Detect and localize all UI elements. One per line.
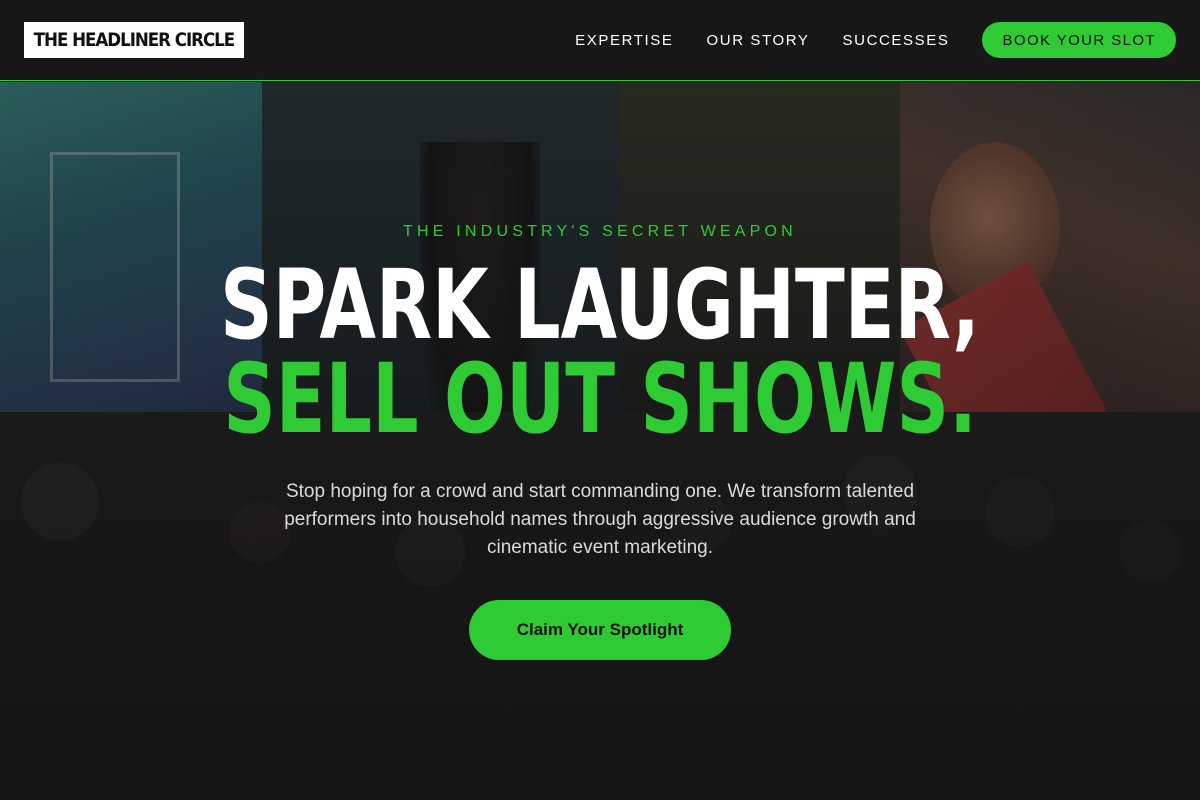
main-nav: EXPERTISE OUR STORY SUCCESSES BOOK YOUR …	[575, 22, 1176, 58]
nav-link-successes[interactable]: SUCCESSES	[843, 32, 950, 49]
hero-content: THE INDUSTRY'S SECRET WEAPON SPARK LAUGH…	[0, 82, 1200, 800]
nav-link-our-story[interactable]: OUR STORY	[707, 32, 810, 49]
site-header: THE HEADLINER CIRCLE EXPERTISE OUR STORY…	[0, 0, 1200, 81]
headline-line-2: SELL OUT SHOWS.	[223, 343, 977, 455]
hero-section: THE INDUSTRY'S SECRET WEAPON SPARK LAUGH…	[0, 82, 1200, 800]
hero-headline: SPARK LAUGHTER, SELL OUT SHOWS.	[144, 249, 1056, 455]
brand-logo[interactable]: THE HEADLINER CIRCLE	[24, 22, 244, 58]
hero-eyebrow: THE INDUSTRY'S SECRET WEAPON	[403, 223, 797, 240]
hero-subtext: Stop hoping for a crowd and start comman…	[284, 481, 916, 558]
book-slot-button[interactable]: BOOK YOUR SLOT	[982, 22, 1176, 58]
claim-spotlight-button[interactable]: Claim Your Spotlight	[469, 600, 731, 660]
nav-link-expertise[interactable]: EXPERTISE	[575, 32, 673, 49]
headline-line-1: SPARK LAUGHTER,	[220, 249, 980, 361]
